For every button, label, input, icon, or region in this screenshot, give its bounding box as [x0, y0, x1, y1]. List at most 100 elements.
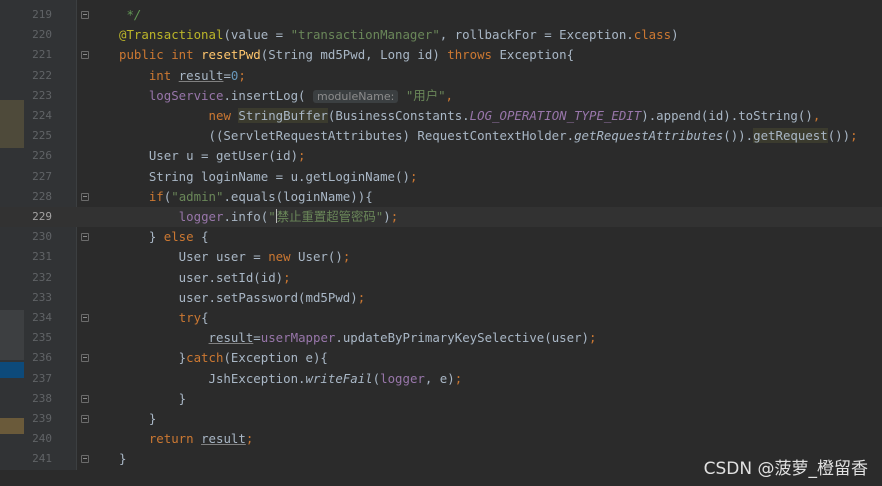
code-token: (: [372, 370, 381, 386]
code-line[interactable]: 238 }: [0, 389, 882, 409]
code-text: }catch(Exception e){: [119, 348, 328, 368]
line-number: 228: [32, 189, 52, 203]
code-text: String loginName = u.getLoginName();: [119, 167, 418, 187]
code-token: ;: [850, 128, 858, 144]
code-token: logger: [178, 209, 224, 224]
code-text: new StringBuffer(BusinessConstants.LOG_O…: [119, 106, 820, 126]
line-number: 227: [32, 169, 52, 183]
line-number: 238: [32, 391, 52, 405]
code-line[interactable]: 219 */: [0, 5, 882, 25]
code-token: , e): [424, 370, 455, 386]
code-text: try{: [119, 308, 209, 328]
code-token: .equals(loginName)){: [223, 188, 373, 204]
code-line[interactable]: 222 int result=0;: [0, 66, 882, 86]
code-token: ;: [357, 289, 366, 305]
code-token: new: [208, 108, 239, 123]
code-token: }: [119, 350, 187, 366]
code-token: (BusinessConstants.: [327, 108, 470, 123]
code-token: ;: [298, 148, 306, 164]
code-line[interactable]: 228 if("admin".equals(loginName)){: [0, 187, 882, 207]
code-token: class: [633, 27, 672, 43]
watermark: CSDN @菠萝_橙留香: [703, 459, 868, 479]
code-token: StringBuffer: [238, 108, 328, 123]
code-text: }: [119, 409, 156, 429]
code-token: ,: [812, 108, 821, 123]
code-token: return: [148, 431, 202, 447]
code-line[interactable]: 226 User u = getUser(id);: [0, 146, 882, 166]
fold-toggle-icon[interactable]: [80, 414, 89, 423]
code-line[interactable]: 231 User user = new User();: [0, 247, 882, 267]
parameter-hint: moduleName:: [312, 89, 399, 103]
code-token: .insertLog(: [223, 87, 313, 103]
fold-toggle-icon[interactable]: [80, 353, 89, 363]
code-text: */: [119, 5, 141, 25]
code-line[interactable]: 239 }: [0, 409, 882, 429]
code-token: User(): [298, 249, 343, 265]
fold-toggle-icon[interactable]: [80, 454, 89, 464]
line-number: 241: [32, 452, 52, 466]
fold-toggle-icon[interactable]: [80, 232, 89, 242]
code-text: User user = new User();: [119, 247, 351, 267]
fold-toggle-icon[interactable]: [80, 394, 89, 403]
code-line[interactable]: 234 try{: [0, 308, 882, 328]
code-token: @Transactional: [119, 27, 224, 43]
code-token: JshException.: [119, 370, 306, 386]
line-number: 229: [32, 210, 52, 223]
code-token: 禁止重置超管密码": [276, 209, 384, 224]
line-number: 224: [32, 109, 52, 122]
code-token: (Exception e){: [223, 350, 328, 366]
code-line[interactable]: 240 return result;: [0, 429, 882, 449]
code-token: if: [148, 188, 164, 204]
code-token: LOG_OPERATION_TYPE_EDIT: [469, 108, 642, 123]
code-line[interactable]: 232 user.setId(id);: [0, 268, 882, 288]
code-token: try: [178, 310, 202, 325]
code-text: }: [119, 449, 126, 469]
line-number: 222: [32, 68, 52, 82]
code-line[interactable]: 223 logService.insertLog( moduleName: "用…: [0, 86, 882, 106]
code-line[interactable]: 230 } else {: [0, 227, 882, 247]
line-number: 232: [32, 270, 52, 284]
code-token: ;: [454, 370, 463, 386]
code-line[interactable]: 229 logger.info("禁止重置超管密码");: [0, 207, 882, 228]
code-token: resetPwd: [201, 47, 261, 63]
code-token: ;: [238, 67, 246, 83]
line-number: 226: [32, 149, 52, 163]
code-text: } else {: [119, 227, 209, 247]
fold-toggle-icon[interactable]: [80, 313, 89, 322]
code-token: new: [268, 249, 299, 265]
code-text: JshException.writeFail(logger, e);: [119, 369, 463, 389]
line-number: 236: [32, 351, 52, 365]
code-line[interactable]: 224 new StringBuffer(BusinessConstants.L…: [0, 106, 882, 126]
code-line[interactable]: 225 ((ServletRequestAttributes) RequestC…: [0, 126, 882, 146]
code-text: ((ServletRequestAttributes) RequestConte…: [119, 126, 858, 146]
code-line[interactable]: 221 public int resetPwd(String md5Pwd, Lo…: [0, 45, 882, 65]
code-text: @Transactional(value = "transactionManag…: [119, 25, 679, 45]
code-token: ,: [445, 87, 454, 103]
code-line[interactable]: 237 JshException.writeFail(logger, e);: [0, 369, 882, 389]
code-token: ;: [283, 269, 291, 285]
fold-toggle-icon[interactable]: [80, 192, 89, 201]
code-line[interactable]: 235 result=userMapper.updateByPrimaryKey…: [0, 328, 882, 348]
fold-toggle-icon[interactable]: [80, 10, 89, 19]
code-token: getRequestAttributes: [574, 128, 724, 144]
code-token: User user =: [119, 249, 269, 265]
code-line[interactable]: 220 @Transactional(value = "transactionMa…: [0, 25, 882, 45]
code-line[interactable]: 236 }catch(Exception e){: [0, 348, 882, 368]
code-text: result=userMapper.updateByPrimaryKeySele…: [119, 328, 597, 348]
code-token: ): [383, 209, 391, 224]
fold-toggle-icon[interactable]: [80, 50, 89, 60]
line-number: 231: [32, 250, 52, 264]
code-line[interactable]: 227 String loginName = u.getLoginName();: [0, 167, 882, 187]
code-token: .info(: [223, 209, 269, 224]
line-number: 239: [32, 412, 52, 425]
code-line[interactable]: 233 user.setPassword(md5Pwd);: [0, 288, 882, 308]
code-token: "用户": [405, 87, 446, 103]
code-token: ()): [827, 128, 851, 144]
code-token: */: [119, 7, 142, 22]
